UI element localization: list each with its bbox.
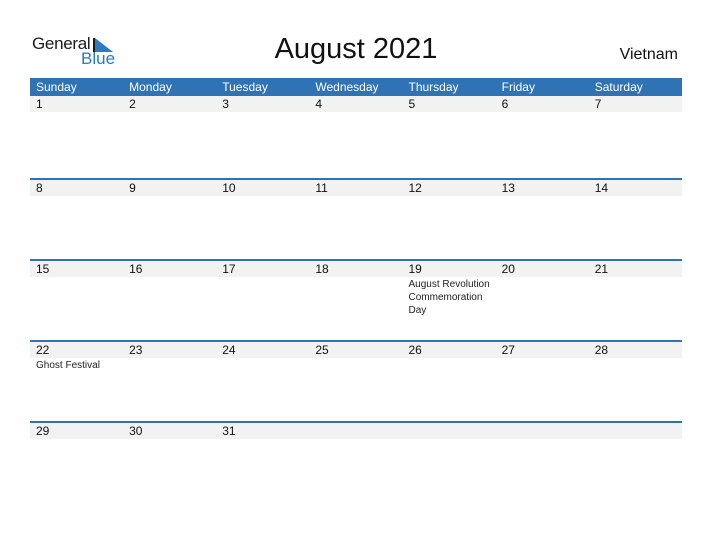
- day-cell: 29: [30, 423, 123, 439]
- day-number: 20: [501, 262, 515, 276]
- day-number: [409, 423, 496, 439]
- day-cell: 17: [216, 261, 309, 317]
- week-cells: 15 16 17 18 19 August Revolution Commemoratio…: [30, 261, 682, 317]
- day-number: 19: [408, 262, 422, 276]
- day-number: 9: [129, 181, 136, 195]
- day-number: 2: [129, 97, 136, 111]
- day-number: 16: [129, 262, 143, 276]
- day-number: [315, 423, 402, 439]
- day-cell: 6: [496, 96, 589, 112]
- day-number: 6: [501, 97, 509, 111]
- day-number: 31: [222, 424, 236, 438]
- day-cell: 9: [123, 180, 216, 196]
- day-number: 12: [408, 181, 422, 195]
- day-cell: 31: [216, 423, 309, 439]
- day-cell: 24: [216, 342, 309, 372]
- day-cell: 30: [123, 423, 216, 439]
- weekday-friday: Friday: [501, 80, 535, 94]
- weekday-tuesday: Tuesday: [222, 80, 268, 94]
- week-row: 22 Ghost Festival 23 24 25 26 27 28: [30, 340, 682, 421]
- weekday-monday: Monday: [129, 80, 172, 94]
- day-cell: 23: [123, 342, 216, 372]
- day-number: 17: [222, 262, 236, 276]
- day-cell: 15: [30, 261, 123, 317]
- day-number: 21: [594, 262, 609, 276]
- country-label: Vietnam: [619, 46, 678, 63]
- day-cell: 25: [309, 342, 402, 372]
- day-cell: 20: [496, 261, 589, 317]
- calendar-grid: Sunday Monday Tuesday Wednesday Thursday…: [30, 78, 682, 502]
- day-cell: [403, 423, 496, 439]
- day-cell: [496, 423, 589, 439]
- holiday-event: August Revolution Commemoration Day: [408, 279, 490, 316]
- day-number: 11: [315, 181, 328, 195]
- day-number: 22: [36, 343, 50, 357]
- calendar-title: August 2021: [274, 33, 438, 65]
- weekday-saturday: Saturday: [594, 80, 643, 94]
- day-cell: 18: [309, 261, 402, 317]
- day-number: 29: [36, 424, 50, 438]
- week-row: 8 9 10 11 12 13 14: [30, 178, 682, 259]
- day-number: 26: [408, 343, 422, 357]
- weekday-sunday: Sunday: [36, 80, 77, 94]
- week-row: 1 2 3 4 5 6 7: [30, 96, 682, 178]
- weekday-header: Sunday Monday Tuesday Wednesday Thursday…: [30, 78, 682, 96]
- day-cell: 13: [496, 180, 589, 196]
- day-cell: 10: [216, 180, 309, 196]
- week-row: 15 16 17 18 19 August Revolution Commemoratio…: [30, 259, 682, 340]
- day-number: 23: [129, 343, 143, 357]
- day-number: 13: [501, 181, 515, 195]
- day-cell: 2: [123, 96, 216, 112]
- day-cell: 27: [496, 342, 589, 372]
- week-cells: 8 9 10 11 12 13 14: [30, 180, 682, 196]
- day-cell: 5: [403, 96, 496, 112]
- day-cell: 4: [309, 96, 402, 112]
- week-row: 29 30 31: [30, 421, 682, 502]
- day-number: 15: [36, 262, 50, 276]
- day-number: 8: [36, 181, 43, 195]
- day-number: 18: [315, 262, 329, 276]
- day-number: 14: [594, 181, 609, 195]
- day-cell: 16: [123, 261, 216, 317]
- day-cell: 11: [309, 180, 402, 196]
- day-number: 25: [315, 343, 329, 357]
- week-cells: 29 30 31: [30, 423, 682, 439]
- day-cell: 21: [589, 261, 682, 317]
- day-cell: 14: [589, 180, 682, 196]
- day-number: 5: [408, 97, 416, 111]
- day-number: [595, 423, 682, 439]
- day-number: 24: [222, 343, 236, 357]
- day-cell: 22 Ghost Festival: [30, 342, 123, 372]
- day-cell: 12: [403, 180, 496, 196]
- day-number: 30: [129, 424, 143, 438]
- day-number: 4: [315, 97, 323, 111]
- weekday-thursday: Thursday: [408, 80, 459, 94]
- week-cells: 22 Ghost Festival 23 24 25 26 27 28: [30, 342, 682, 372]
- day-cell: 1: [30, 96, 123, 112]
- day-cell: 3: [216, 96, 309, 112]
- day-number: 28: [594, 343, 609, 357]
- weekday-wednesday: Wednesday: [315, 80, 379, 94]
- day-number: [502, 423, 589, 439]
- week-cells: 1 2 3 4 5 6 7: [30, 96, 682, 112]
- day-number: 3: [222, 97, 229, 111]
- day-cell: 19 August Revolution Commemoration Day: [403, 261, 496, 317]
- day-cell: 26: [403, 342, 496, 372]
- day-cell: 28: [589, 342, 682, 372]
- weeks-container: 1 2 3 4 5 6 7 8 9 10 11 12 13 14 15 16 17 18 19 August Revo…: [30, 96, 682, 502]
- day-number: 1: [36, 97, 43, 111]
- day-number: 10: [222, 181, 236, 195]
- day-cell: [589, 423, 682, 439]
- day-cell: [309, 423, 402, 439]
- day-number: 27: [501, 343, 515, 357]
- day-cell: 8: [30, 180, 123, 196]
- holiday-event: Ghost Festival: [36, 360, 100, 371]
- day-number: 7: [594, 97, 602, 111]
- day-cell: 7: [589, 96, 682, 112]
